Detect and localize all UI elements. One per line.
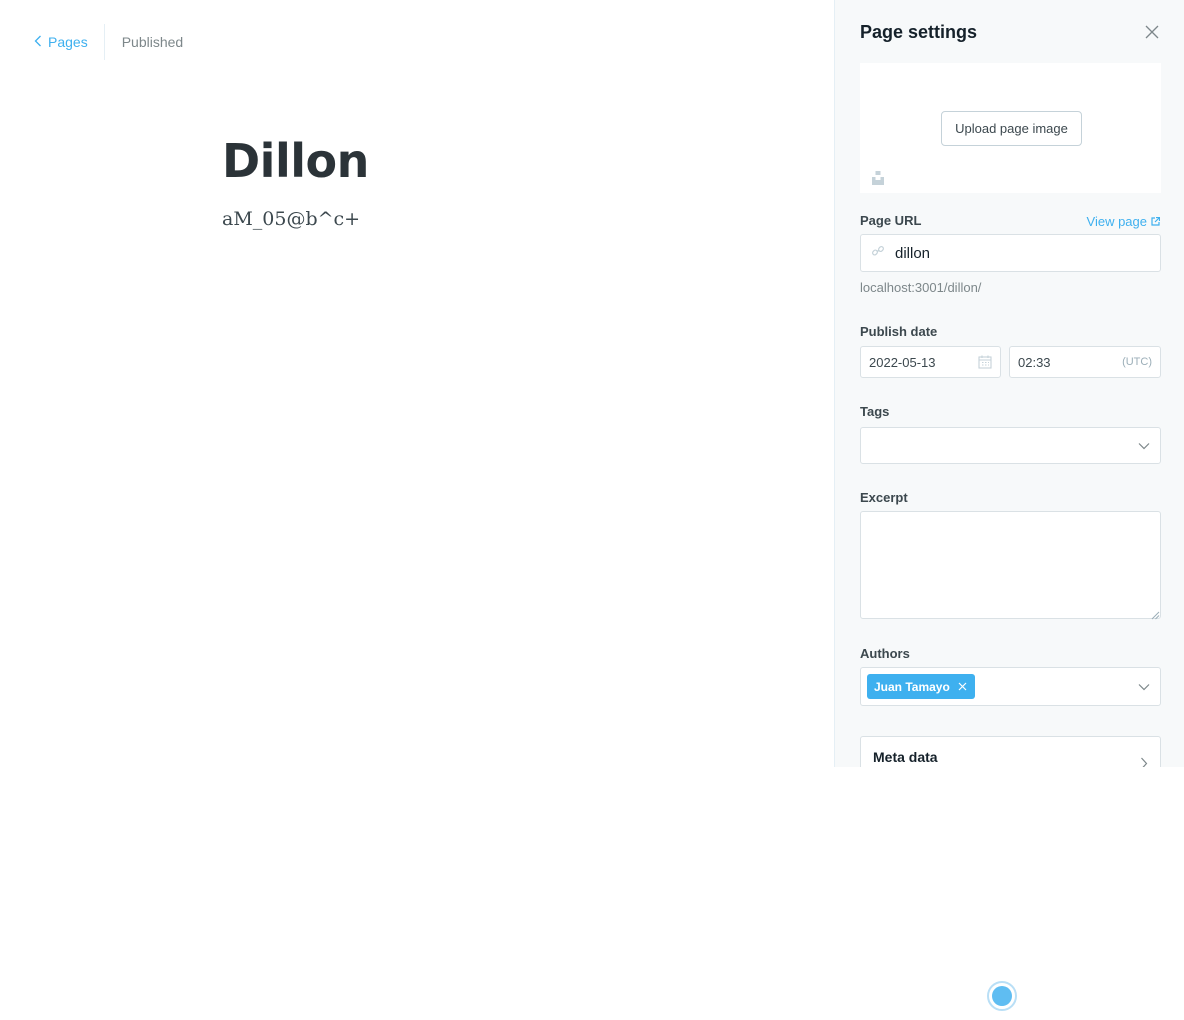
view-page-label: View page <box>1086 214 1147 229</box>
loading-indicator <box>987 981 1017 1011</box>
chevron-left-icon <box>34 34 48 50</box>
excerpt-label: Excerpt <box>860 490 908 505</box>
page-url-label: Page URL <box>860 213 922 228</box>
slug-value: dillon <box>895 244 931 262</box>
tags-label: Tags <box>860 404 890 419</box>
publish-status: Published <box>121 34 184 50</box>
excerpt-textarea[interactable] <box>860 511 1161 619</box>
feature-image-box: Upload page image <box>860 63 1161 193</box>
breadcrumb: Pages Published <box>34 24 183 60</box>
close-settings-button[interactable] <box>1140 20 1164 44</box>
timezone-label: (UTC) <box>1122 356 1152 368</box>
author-token[interactable]: Juan Tamayo <box>867 674 975 699</box>
tags-select[interactable] <box>860 427 1161 464</box>
close-icon <box>1145 25 1159 39</box>
meta-data-label: Meta data <box>873 749 938 765</box>
panel-title: Page settings <box>860 21 978 42</box>
publish-date-label: Publish date <box>860 324 938 339</box>
view-page-link[interactable]: View page <box>1087 214 1160 229</box>
authors-label: Authors <box>860 646 910 661</box>
editor: Dillon aM_05@b^c+ <box>222 130 782 230</box>
calendar-icon <box>978 355 992 369</box>
link-icon <box>871 244 885 263</box>
author-name: Juan Tamayo <box>874 679 950 694</box>
date-value: 2022-05-13 <box>869 354 936 370</box>
external-link-icon <box>1151 217 1160 226</box>
back-to-pages-link[interactable]: Pages <box>34 24 105 60</box>
chevron-right-icon <box>1141 757 1148 767</box>
chevron-down-icon <box>1138 683 1150 690</box>
time-input[interactable]: 02:33 (UTC) <box>1009 346 1161 378</box>
page-body[interactable]: aM_05@b^c+ <box>222 208 782 230</box>
remove-author-icon[interactable] <box>958 682 967 691</box>
time-value: 02:33 <box>1018 354 1051 370</box>
panel-header: Page settings <box>860 20 1164 44</box>
loading-indicator-inner <box>992 986 1012 1006</box>
chevron-down-icon <box>1138 442 1150 449</box>
page-url-input[interactable]: dillon <box>860 234 1161 272</box>
page-title[interactable]: Dillon <box>222 130 782 192</box>
date-input[interactable]: 2022-05-13 <box>860 346 1001 378</box>
settings-panel: Page settings Upload page image Page URL… <box>834 0 1184 767</box>
authors-select[interactable]: Juan Tamayo <box>860 667 1161 706</box>
meta-data-section[interactable]: Meta data <box>860 736 1161 767</box>
back-link-label: Pages <box>48 34 88 50</box>
unsplash-icon[interactable] <box>872 171 884 190</box>
upload-image-button[interactable]: Upload page image <box>941 111 1082 146</box>
url-hint: localhost:3001/dillon/ <box>860 280 982 295</box>
